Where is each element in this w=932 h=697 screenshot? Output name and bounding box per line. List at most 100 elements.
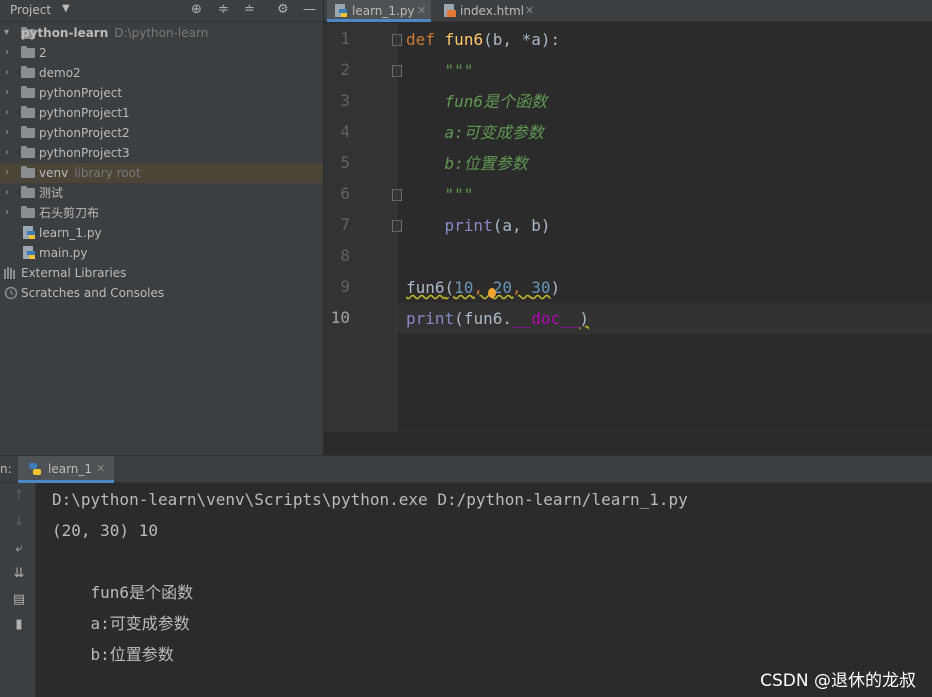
function-call: fun6	[406, 278, 445, 297]
down-arrow-icon[interactable]: ↓	[12, 514, 26, 529]
number: 30	[531, 278, 551, 297]
console-line: fun6是个函数	[52, 583, 194, 602]
chevron-right-icon[interactable]: ›	[5, 123, 9, 143]
tree-item-folder[interactable]: › 2	[0, 43, 323, 63]
tree-item-label: pythonProject3	[39, 146, 130, 160]
folder-icon	[21, 206, 35, 218]
folder-icon	[21, 146, 35, 158]
console-line: a:可变成参数	[52, 614, 190, 633]
run-panel-header: n: learn_1 ✕	[0, 456, 932, 483]
locate-icon[interactable]: ⊕	[191, 3, 202, 17]
python-file-icon	[23, 246, 35, 259]
tab-index-html[interactable]: index.html ✕	[436, 0, 542, 22]
python-icon	[29, 463, 41, 475]
chevron-down-icon[interactable]: ▼	[62, 3, 70, 14]
keyword: def	[406, 30, 435, 49]
docstring: """	[444, 185, 474, 204]
folder-icon	[21, 166, 35, 178]
soft-wrap-icon[interactable]: ⤶	[12, 541, 26, 556]
trash-icon[interactable]: ▮	[12, 617, 26, 632]
tree-item-folder[interactable]: › 石头剪刀布	[0, 203, 323, 223]
tab-run-learn-1[interactable]: learn_1 ✕	[18, 456, 114, 483]
editor-bottom-bar	[324, 431, 932, 455]
code-area[interactable]: def fun6(b, *a): """ fun6是个函数 a:可变成参数 b:…	[396, 23, 932, 431]
chevron-right-icon[interactable]: ›	[5, 43, 9, 63]
chevron-right-icon[interactable]: ›	[5, 203, 9, 223]
tree-item-folder[interactable]: › 测试	[0, 183, 323, 203]
args: (a, b)	[492, 216, 551, 235]
tree-item-label: demo2	[39, 66, 81, 80]
console-output[interactable]: D:\python-learn\venv\Scripts\python.exe …	[52, 483, 932, 697]
folder-icon	[21, 86, 35, 98]
docstring: a:可变成参数	[444, 123, 544, 142]
watermark: CSDN @退休的龙叔	[760, 671, 916, 691]
run-panel-title: n:	[0, 462, 12, 476]
line-number: 1	[340, 29, 350, 48]
chevron-right-icon[interactable]: ›	[5, 103, 9, 123]
line-number: 2	[340, 60, 350, 79]
chevron-right-icon[interactable]: ›	[5, 183, 9, 203]
tree-item-folder-selected[interactable]: › venv library root	[0, 163, 323, 183]
code-line: def fun6(b, *a):	[406, 24, 560, 55]
tree-root[interactable]: ▾ python-learn D:\python-learn	[0, 23, 323, 43]
run-toolbar: ↑ ↓ ⤶ ⇊ ▤ ▮	[0, 483, 36, 697]
line-number: 7	[340, 215, 350, 234]
params: (b, *a):	[483, 30, 561, 49]
line-number: 4	[340, 122, 350, 141]
tree-item-folder[interactable]: › pythonProject	[0, 83, 323, 103]
collapse-all-icon[interactable]: ≐	[244, 3, 255, 17]
html-file-icon	[444, 4, 456, 17]
print-icon[interactable]: ▤	[12, 592, 26, 607]
line-number-gutter: 1 2 3 4 5 6 7 8 9 10	[324, 23, 402, 431]
python-file-icon	[335, 4, 347, 17]
tree-item-label: pythonProject2	[39, 126, 130, 140]
chevron-down-icon[interactable]: ▾	[4, 23, 9, 43]
project-tree: ▾ python-learn D:\python-learn › 2 › demo…	[0, 23, 323, 303]
tree-item-folder[interactable]: › pythonProject3	[0, 143, 323, 163]
tree-item-label: venv	[39, 166, 69, 180]
close-icon[interactable]: ✕	[525, 0, 534, 22]
project-view-title[interactable]: Project	[10, 3, 51, 17]
tree-item-scratches[interactable]: Scratches and Consoles	[0, 283, 323, 303]
folder-icon	[21, 126, 35, 138]
folder-icon	[21, 46, 35, 58]
line-number: 9	[340, 277, 350, 296]
tree-item-external-libraries[interactable]: External Libraries	[0, 263, 323, 283]
close-icon[interactable]: ✕	[417, 0, 426, 22]
hide-icon[interactable]: —	[303, 3, 316, 17]
expand-all-icon[interactable]: ≑	[218, 3, 229, 17]
chevron-right-icon[interactable]: ›	[5, 63, 9, 83]
indent-guide	[396, 23, 397, 431]
python-file-icon	[23, 226, 35, 239]
up-arrow-icon[interactable]: ↑	[12, 488, 26, 503]
tree-item-file[interactable]: learn_1.py	[0, 223, 323, 243]
scratches-icon	[4, 286, 18, 300]
console-line: b:位置参数	[52, 645, 174, 664]
root-name: python-learn	[21, 26, 109, 40]
tree-item-label: pythonProject	[39, 86, 123, 100]
chevron-right-icon[interactable]: ›	[5, 143, 9, 163]
close-icon[interactable]: ✕	[96, 462, 105, 475]
lightbulb-icon[interactable]	[488, 288, 496, 298]
chevron-right-icon[interactable]: ›	[5, 83, 9, 103]
tree-item-folder[interactable]: › pythonProject1	[0, 103, 323, 123]
tree-item-folder[interactable]: › demo2	[0, 63, 323, 83]
code-line: """	[406, 55, 474, 86]
tab-learn-1-py[interactable]: learn_1.py ✕	[327, 0, 431, 22]
docstring: b:位置参数	[444, 154, 528, 173]
scroll-to-end-icon[interactable]: ⇊	[12, 566, 26, 581]
gear-icon[interactable]: ⚙	[277, 3, 289, 17]
root-path: D:\python-learn	[114, 26, 209, 40]
chevron-right-icon[interactable]: ›	[5, 163, 9, 183]
code-line: fun6(10, 20, 30)	[406, 278, 561, 297]
project-panel-header: Project ▼ ⊕ ≑ ≐ ⚙ —	[0, 0, 323, 22]
line-number: 5	[340, 153, 350, 172]
editor: learn_1.py ✕ index.html ✕ 1 2 3 4 5 6 7 …	[324, 0, 932, 455]
line-number: 3	[340, 91, 350, 110]
code-line: print(a, b)	[406, 210, 551, 241]
builtin: print	[406, 309, 455, 328]
tree-item-file[interactable]: main.py	[0, 243, 323, 263]
tree-item-folder[interactable]: › pythonProject2	[0, 123, 323, 143]
tree-item-label: External Libraries	[21, 266, 127, 280]
project-panel: Project ▼ ⊕ ≑ ≐ ⚙ — ▾ python-learn D:\pyt…	[0, 0, 323, 455]
